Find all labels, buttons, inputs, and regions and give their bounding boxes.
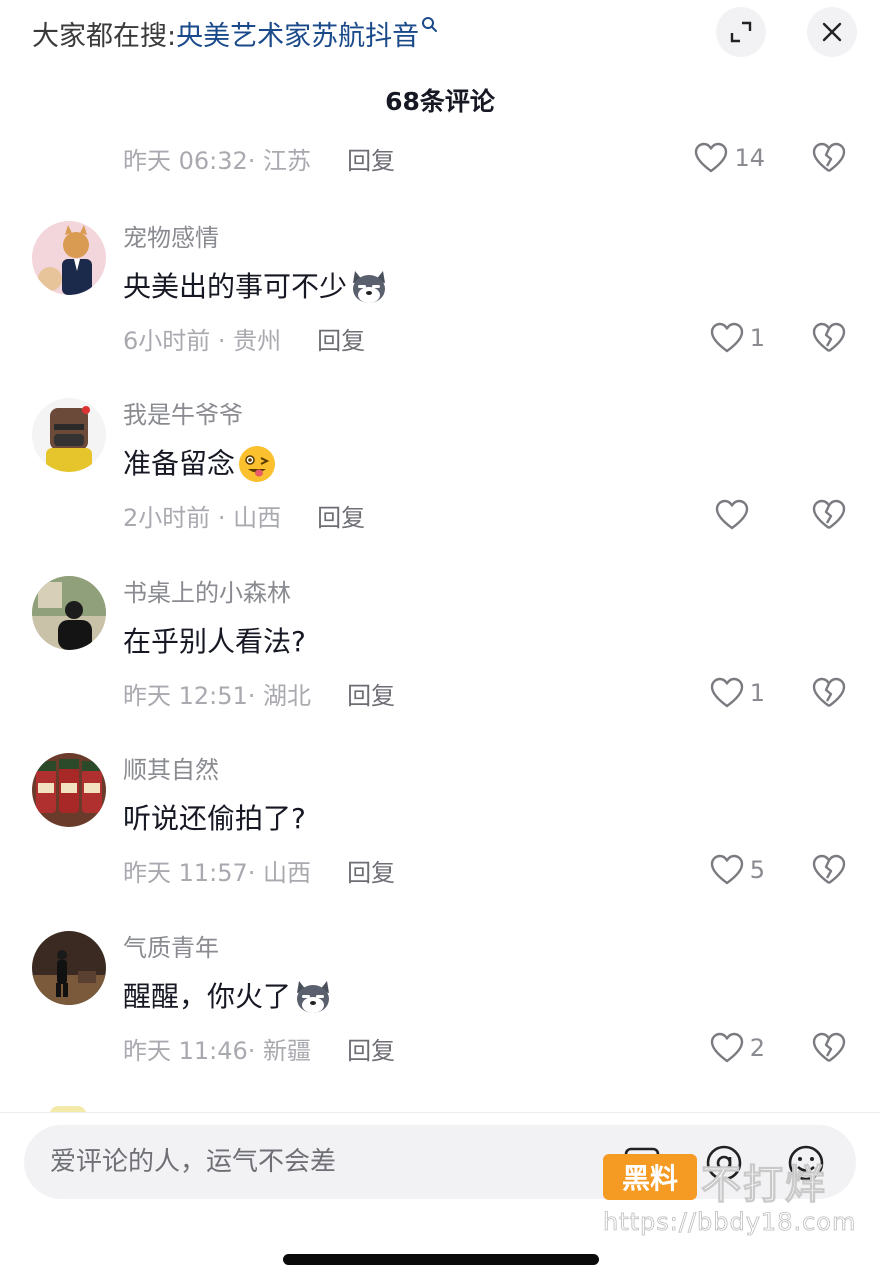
reply-button[interactable]: 回复 [317, 498, 365, 533]
watermark-badge: 黑料 [603, 1154, 697, 1200]
home-indicator[interactable] [283, 1254, 599, 1265]
comment-text-content: 听说还偷拍了? [123, 802, 306, 835]
comment-input[interactable] [50, 1125, 610, 1199]
reply-button[interactable]: 回复 [347, 853, 395, 888]
husky-emoji-icon [297, 981, 330, 1013]
reply-button[interactable]: 回复 [347, 676, 395, 711]
top-bar: 大家都在搜:央美艺术家苏航抖音 [0, 0, 880, 70]
username[interactable]: 我是牛爷爷 [123, 398, 243, 432]
like-button[interactable]: 14 [694, 139, 765, 177]
comment-meta-row: 6小时前 · 贵州 回复 [123, 321, 365, 355]
husky-emoji-icon [353, 271, 386, 303]
username[interactable]: 顺其自然 [123, 753, 219, 787]
comment-count: 68条评论 [385, 87, 495, 116]
search-suggestion[interactable]: 大家都在搜:央美艺术家苏航抖音 [32, 14, 439, 53]
comment-meta-row: 昨天 12:51· 湖北 回复 [123, 676, 395, 710]
like-count: 2 [749, 1034, 765, 1062]
comment-meta: 2小时前 · 山西 [123, 503, 282, 532]
dislike-button[interactable] [812, 676, 846, 710]
reply-button[interactable]: 回复 [347, 1031, 395, 1066]
heart-icon [710, 854, 743, 885]
broken-heart-icon [812, 142, 846, 172]
heart-icon [710, 677, 743, 708]
broken-heart-icon [812, 499, 846, 529]
broken-heart-icon [812, 1032, 846, 1062]
comment-text-content: 准备留念 [123, 447, 236, 480]
comment-item: 我是牛爷爷 准备留念 2小时前 · 山西 回复 [0, 398, 880, 568]
username[interactable]: 宠物感情 [123, 221, 219, 255]
reply-button[interactable]: 回复 [317, 321, 365, 356]
watermark-url: https://bbdy18.com [603, 1208, 857, 1237]
broken-heart-icon [812, 322, 846, 352]
search-icon [422, 17, 438, 32]
dislike-button[interactable] [812, 321, 846, 355]
like-button[interactable]: 1 [710, 674, 765, 712]
heart-icon [710, 322, 743, 353]
like-count: 1 [749, 324, 765, 352]
comment-meta: 6小时前 · 贵州 [123, 326, 282, 355]
avatar[interactable] [32, 576, 106, 650]
broken-heart-icon [812, 677, 846, 707]
comment-item: 顺其自然 听说还偷拍了? 昨天 11:57· 山西 回复 5 [0, 753, 880, 923]
comment-text-content: 醒醒，你火了 [123, 980, 292, 1013]
comment-text: 在乎别人看法? [123, 622, 306, 662]
comment-item: 气质青年 醒醒，你火了 昨天 11:46· 新疆 回复 2 [0, 931, 880, 1101]
comment-meta-row: 2小时前 · 山西 回复 [123, 498, 365, 532]
expand-icon [730, 21, 752, 43]
comment-meta: 昨天 11:57· 山西 [123, 858, 312, 887]
dislike-button[interactable] [812, 498, 846, 532]
comment-meta: 昨天 11:46· 新疆 [123, 1036, 312, 1065]
heart-icon [715, 499, 749, 530]
watermark-text: 不打烊 [701, 1162, 827, 1209]
like-count: 14 [734, 144, 765, 172]
reply-button[interactable]: 回复 [347, 141, 395, 176]
like-button[interactable]: 5 [710, 851, 765, 889]
username[interactable]: 书桌上的小森林 [123, 576, 291, 610]
search-keyword[interactable]: 央美艺术家苏航抖音 [176, 21, 419, 52]
comment-item: 书桌上的小森林 在乎别人看法? 昨天 12:51· 湖北 回复 1 [0, 576, 880, 746]
avatar[interactable] [32, 398, 106, 472]
comment-text-content: 在乎别人看法? [123, 625, 306, 658]
like-count: 1 [749, 679, 765, 707]
dislike-button[interactable] [812, 141, 846, 175]
close-button[interactable] [807, 7, 857, 57]
heart-icon [710, 1032, 743, 1063]
comment-meta: 昨天 12:51· 湖北 [123, 681, 312, 710]
comment-meta: 昨天 06:32· 江苏 [123, 146, 312, 175]
heart-icon [695, 142, 728, 173]
like-button[interactable] [715, 496, 765, 534]
comment-text: 央美出的事可不少 [123, 267, 389, 307]
watermark: 黑料 不打烊 https://bbdy18.com [603, 1146, 857, 1242]
comment-meta-row: 昨天 11:46· 新疆 回复 [123, 1031, 395, 1065]
wink-tongue-emoji-icon [239, 446, 276, 482]
comment-meta-row: 昨天 06:32· 江苏 回复 [123, 141, 395, 175]
avatar[interactable] [32, 931, 106, 1005]
close-icon [822, 22, 842, 42]
comment-text-content: 央美出的事可不少 [123, 270, 348, 303]
avatar[interactable] [32, 221, 106, 295]
like-button[interactable]: 1 [710, 319, 765, 357]
like-button[interactable]: 2 [710, 1029, 765, 1067]
comment-item: 宠物感情 央美出的事可不少 6小时前 · 贵州 回复 1 [0, 221, 880, 391]
comment-text: 准备留念 [123, 444, 277, 484]
like-count: 5 [749, 856, 765, 884]
expand-button[interactable] [716, 7, 766, 57]
comment-text: 醒醒，你火了 [123, 977, 333, 1017]
avatar[interactable] [32, 753, 106, 827]
dislike-button[interactable] [812, 853, 846, 887]
search-prefix: 大家都在搜: [32, 21, 177, 52]
broken-heart-icon [812, 854, 846, 884]
comment-text: 听说还偷拍了? [123, 799, 306, 839]
comment-meta-row: 昨天 11:57· 山西 回复 [123, 853, 395, 887]
dislike-button[interactable] [812, 1031, 846, 1065]
username[interactable]: 气质青年 [123, 931, 219, 965]
